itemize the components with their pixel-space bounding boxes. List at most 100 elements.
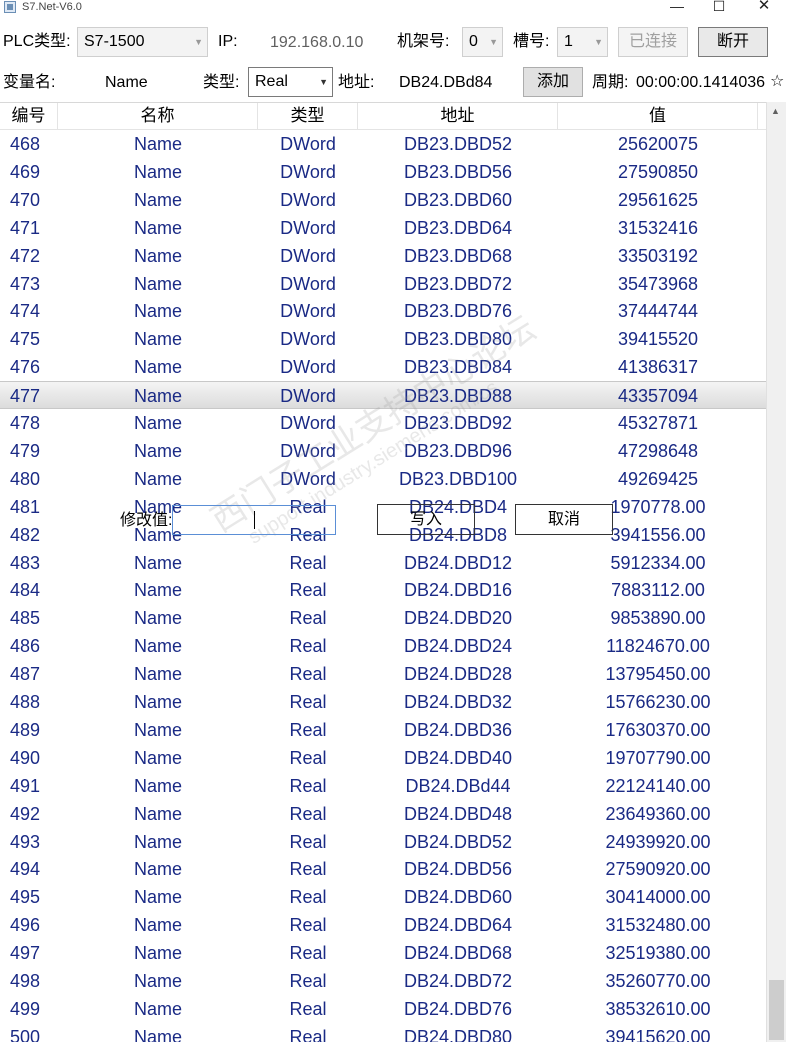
rack-combo[interactable]: 0 ▼ [462, 27, 503, 57]
address-field[interactable]: DB24.DBd84 [399, 73, 492, 93]
table-row[interactable]: 495 Name Real DB24.DBD60 30414000.00 [0, 883, 766, 911]
table-row[interactable]: 493 Name Real DB24.DBD52 24939920.00 [0, 828, 766, 856]
vertical-scrollbar[interactable]: ▲ [766, 102, 786, 1042]
row-address: DB23.DBD92 [403, 413, 513, 433]
disconnect-button[interactable]: 断开 [698, 27, 768, 57]
row-address: DB24.DBD64 [403, 915, 513, 936]
row-id: 470 [10, 189, 41, 210]
row-name: Name [133, 831, 182, 852]
scroll-up-arrow-icon[interactable]: ▲ [771, 106, 780, 116]
table-row[interactable]: 477 Name DWord DB23.DBD88 43357094 [0, 381, 766, 410]
rack-value: 0 [469, 33, 478, 50]
plc-type-combo[interactable]: S7-1500 ▼ [77, 27, 208, 57]
table-row[interactable]: 490 Name Real DB24.DBD40 19707790.00 [0, 744, 766, 772]
row-name: Name [133, 859, 182, 880]
row-address: DB23.DBD72 [403, 273, 513, 294]
row-name: Name [133, 189, 182, 210]
row-name: Name [133, 552, 182, 573]
table-row[interactable]: 468 Name DWord DB23.DBD52 25620075 [0, 130, 766, 158]
row-type: Real [289, 943, 327, 964]
row-id: 498 [10, 971, 41, 991]
row-id: 471 [10, 217, 41, 238]
row-type: Real [289, 998, 327, 1019]
column-header-id[interactable]: 编号 [0, 103, 58, 130]
row-name: Name [133, 775, 182, 796]
row-type: Real [289, 552, 327, 573]
row-address: DB24.DBD32 [403, 692, 513, 712]
row-type: Real [289, 719, 327, 740]
table-row[interactable]: 472 Name DWord DB23.DBD68 33503192 [0, 242, 766, 270]
table-row[interactable]: 485 Name Real DB24.DBD20 9853890.00 [0, 604, 766, 632]
minimize-button[interactable]: — [655, 0, 699, 16]
column-header-address[interactable]: 地址 [358, 103, 558, 130]
table-row[interactable]: 486 Name Real DB24.DBD24 11824670.00 [0, 632, 766, 660]
row-id: 494 [10, 859, 41, 880]
row-value: 22124140.00 [605, 775, 711, 796]
table-row[interactable]: 496 Name Real DB24.DBD64 31532480.00 [0, 911, 766, 939]
table-row[interactable]: 474 Name DWord DB23.DBD76 37444744 [0, 297, 766, 325]
var-name-field[interactable]: Name [105, 73, 148, 93]
type-combo[interactable]: Real ▼ [248, 67, 333, 97]
row-type: DWord [280, 440, 336, 461]
table-row[interactable]: 479 Name DWord DB23.DBD96 47298648 [0, 437, 766, 465]
table-row[interactable]: 498 Name Real DB24.DBD72 35260770.00 [0, 967, 766, 995]
row-value: 25620075 [617, 134, 699, 154]
column-header-type[interactable]: 类型 [258, 103, 358, 130]
slot-combo[interactable]: 1 ▼ [557, 27, 608, 57]
row-name: Name [133, 134, 182, 154]
table-row[interactable]: 478 Name DWord DB23.DBD92 45327871 [0, 409, 766, 437]
row-id: 486 [10, 636, 41, 657]
variable-grid[interactable]: 编号 名称 类型 地址 值 468 Name DWord DB23.DBD52 2562… [0, 102, 786, 1042]
row-name: Name [133, 273, 182, 294]
row-address: DB23.DBD100 [398, 468, 518, 489]
row-type: DWord [280, 329, 336, 350]
row-address: DB24.DBD80 [403, 1026, 513, 1042]
row-value: 31532416 [617, 217, 699, 238]
ip-field[interactable]: 192.168.0.10 [270, 33, 363, 53]
table-row[interactable]: 489 Name Real DB24.DBD36 17630370.00 [0, 716, 766, 744]
table-row[interactable]: 483 Name Real DB24.DBD12 5912334.00 [0, 549, 766, 577]
row-value: 5912334.00 [610, 552, 706, 573]
row-type: Real [289, 971, 327, 991]
table-row[interactable]: 492 Name Real DB24.DBD48 23649360.00 [0, 800, 766, 828]
table-row[interactable]: 488 Name Real DB24.DBD32 15766230.00 [0, 688, 766, 716]
row-id: 497 [10, 943, 41, 964]
table-row[interactable]: 473 Name DWord DB23.DBD72 35473968 [0, 270, 766, 298]
close-button[interactable]: ✕ [742, 0, 786, 16]
table-row[interactable]: 484 Name Real DB24.DBD16 7883112.00 [0, 576, 766, 604]
connected-button[interactable]: 已连接 [618, 27, 688, 57]
table-row[interactable]: 497 Name Real DB24.DBD68 32519380.00 [0, 939, 766, 967]
type-label: 类型: [203, 74, 240, 91]
write-button[interactable]: 写入 [377, 504, 475, 535]
slot-label: 槽号: [513, 33, 550, 50]
table-row[interactable]: 499 Name Real DB24.DBD76 38532610.00 [0, 995, 766, 1023]
maximize-button[interactable]: ☐ [697, 0, 741, 16]
table-row[interactable]: 471 Name DWord DB23.DBD64 31532416 [0, 214, 766, 242]
row-value: 35260770.00 [605, 971, 711, 991]
table-row[interactable]: 487 Name Real DB24.DBD28 13795450.00 [0, 660, 766, 688]
scrollbar-thumb[interactable] [769, 980, 784, 1040]
row-id: 474 [10, 301, 41, 322]
table-row[interactable]: 494 Name Real DB24.DBD56 27590920.00 [0, 855, 766, 883]
row-name: Name [133, 245, 182, 266]
cancel-button[interactable]: 取消 [515, 504, 613, 535]
table-row[interactable]: 475 Name DWord DB23.DBD80 39415520 [0, 325, 766, 353]
table-row[interactable]: 469 Name DWord DB23.DBD56 27590850 [0, 158, 766, 186]
chevron-down-icon: ▼ [594, 37, 603, 47]
table-row[interactable]: 476 Name DWord DB23.DBD84 41386317 [0, 353, 766, 381]
table-row[interactable]: 480 Name DWord DB23.DBD100 49269425 [0, 465, 766, 493]
row-id: 495 [10, 887, 41, 908]
row-name: Name [133, 329, 182, 350]
add-button[interactable]: 添加 [523, 67, 583, 97]
column-header-name[interactable]: 名称 [58, 103, 258, 130]
period-label: 周期: [592, 74, 629, 91]
row-address: DB24.DBD40 [403, 747, 513, 768]
table-row[interactable]: 491 Name Real DB24.DBd44 22124140.00 [0, 772, 766, 800]
row-id: 492 [10, 803, 41, 824]
column-header-value[interactable]: 值 [558, 103, 758, 130]
type-value: Real [255, 73, 288, 90]
table-row[interactable]: 500 Name Real DB24.DBD80 39415620.00 [0, 1023, 766, 1042]
row-address: DB23.DBD68 [403, 245, 513, 266]
row-value: 31532480.00 [605, 915, 711, 936]
table-row[interactable]: 470 Name DWord DB23.DBD60 29561625 [0, 186, 766, 214]
